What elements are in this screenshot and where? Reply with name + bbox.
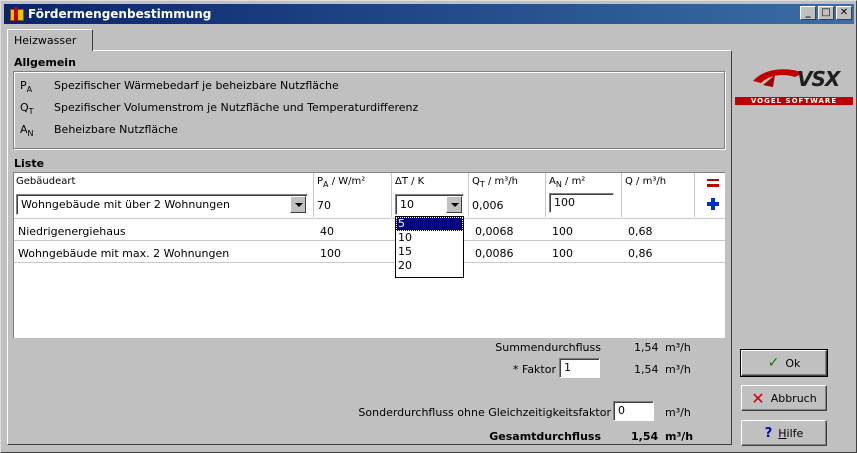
dt-option[interactable]: 15 [396,245,463,259]
def-symbol: A [20,123,28,136]
hilfe-button-label: Hilfe [778,427,803,440]
abbruch-button[interactable]: ✕ Abbruch [741,385,827,411]
faktor-input[interactable]: 1 [559,358,600,378]
summendurchfluss-value: 1,54 [634,341,659,354]
dt-select[interactable]: 10 [395,194,464,215]
def-subscript: A [26,85,33,95]
gesamtdurchfluss-label: Gesamtdurchfluss [489,430,601,443]
hilfe-button[interactable]: ? Hilfe [741,420,827,446]
header-gebaeudeart: Gebäudeart [16,176,76,187]
allgemein-group: PA Spezifischer Wärmebedarf je beheizbar… [13,71,725,149]
gebaeudeart-select[interactable]: Wohngebäude mit über 2 Wohnungen [16,194,308,215]
header-an: AN / m² [549,176,585,189]
ok-button-label: Ok [785,356,801,370]
close-button[interactable]: ✕ [836,6,852,20]
header-dt: ΔT / K [395,176,425,187]
header-pa-subscript: A [323,180,329,189]
header-pa: PA / W/m² [317,176,365,189]
maximize-button[interactable]: □ [818,6,834,20]
chevron-down-icon[interactable] [446,196,462,213]
dt-select-value: 10 [400,198,414,211]
sonderdurchfluss-input[interactable]: 0 [613,401,654,421]
dt-dropdown-list[interactable]: 5 10 15 20 [395,216,464,278]
add-row-icon[interactable] [707,198,719,210]
logo-mark: VSX [797,67,840,91]
vogel-software-logo: VSX VOGEL SOFTWARE [735,63,853,111]
sonderdurchfluss-label: Sonderdurchfluss ohne Gleichzeitigkeitsf… [358,406,611,419]
summendurchfluss-label: Summendurchfluss [495,341,601,354]
header-qt-unit: / m³/h [487,176,518,187]
an-input[interactable]: 100 [549,193,614,213]
hilfe-rest: ilfe [786,426,804,440]
def-text: Spezifischer Wärmebedarf je beheizbare N… [54,79,339,92]
window-title: Fördermengenbestimmung [28,7,212,21]
table-cell[interactable]: 0,68 [628,225,653,238]
def-text: Spezifischer Volumenstrom je Nutzfläche … [54,101,419,114]
header-qt-subscript: T [479,180,485,189]
table-cell[interactable]: 0,0086 [475,247,514,260]
table-cell[interactable]: 100 [320,247,341,260]
def-row-an: AN Beheizbare Nutzfläche [20,123,178,138]
faktor-label: * Faktor [513,363,556,376]
header-an-subscript: N [555,180,562,189]
help-icon: ? [764,425,773,441]
cancel-x-icon: ✕ [751,388,765,408]
header-q: Q / m³/h [625,176,667,187]
dt-option[interactable]: 5 [396,217,463,231]
title-bar[interactable]: Fördermengenbestimmung _ □ ✕ [4,4,854,24]
faktor-unit: m³/h [665,363,691,376]
def-symbol: P [20,79,27,92]
table-cell[interactable]: Niedrigenergiehaus [18,225,126,238]
header-pa-unit: / W/m² [331,176,366,187]
faktor-value: 1,54 [634,363,659,376]
sonderdurchfluss-unit: m³/h [665,406,691,419]
header-an-symbol: A [549,176,556,187]
def-symbol: Q [20,101,29,114]
header-an-unit: / m² [565,176,586,187]
dialog-window: Fördermengenbestimmung _ □ ✕ Heizwasser … [0,0,857,453]
gesamtdurchfluss-value: 1,54 [631,430,659,443]
header-qt-symbol: Q [472,176,480,187]
liste-title: Liste [14,157,45,170]
abbruch-button-label: Abbruch [770,391,817,405]
table-cell[interactable]: 100 [552,247,573,260]
chevron-down-icon[interactable] [290,196,306,213]
hilfe-mnemonic: H [778,426,787,440]
def-row-pa: PA Spezifischer Wärmebedarf je beheizbar… [20,79,339,94]
tab-heizwasser[interactable]: Heizwasser [7,29,93,51]
logo-company: VOGEL SOFTWARE [735,97,853,105]
delete-row-icon[interactable] [707,179,719,191]
def-subscript: T [28,107,34,117]
table-cell[interactable]: 0,86 [628,247,653,260]
table-cell[interactable]: 40 [320,225,334,238]
gesamtdurchfluss-unit: m³/h [665,430,694,443]
app-icon [8,7,24,21]
liste-table: Gebäudeart PA / W/m² ΔT / K QT / m³/h AN… [13,172,726,338]
header-qt: QT / m³/h [472,176,518,189]
table-cell[interactable]: Wohngebäude mit max. 2 Wohnungen [18,247,229,260]
table-cell[interactable]: 100 [552,225,573,238]
summendurchfluss-unit: m³/h [665,341,691,354]
minimize-button[interactable]: _ [800,6,816,20]
ok-button[interactable]: ✓ Ok [740,349,828,377]
input-pa-value: 70 [317,199,331,212]
table-cell[interactable]: 0,0068 [475,225,514,238]
allgemein-title: Allgemein [14,56,76,69]
checkmark-icon: ✓ [767,355,780,371]
dt-option[interactable]: 20 [396,259,463,273]
def-text: Beheizbare Nutzfläche [54,123,178,136]
input-qt-value: 0,006 [472,199,504,212]
gebaeudeart-select-value: Wohngebäude mit über 2 Wohnungen [21,198,230,211]
def-row-qt: QT Spezifischer Volumenstrom je Nutzfläc… [20,101,418,116]
dt-option[interactable]: 10 [396,231,463,245]
def-subscript: N [27,129,34,139]
